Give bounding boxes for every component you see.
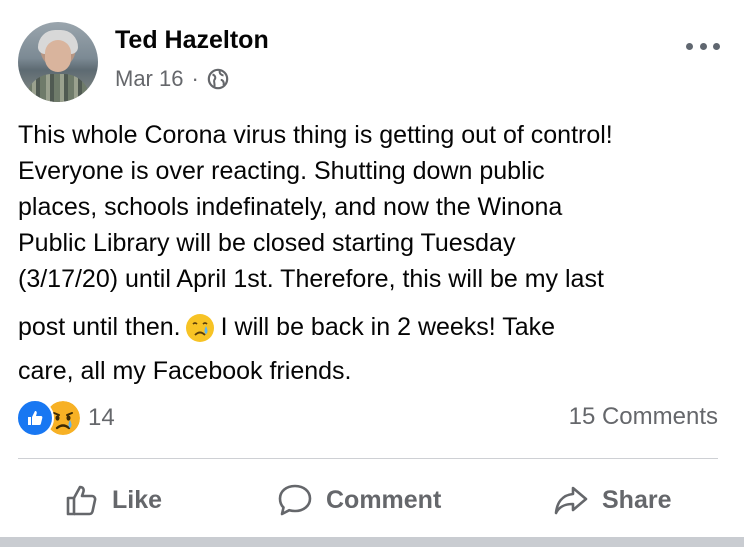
bottom-separator [0, 537, 744, 547]
share-icon [554, 486, 588, 515]
reaction-summary[interactable]: 14 [16, 399, 115, 437]
action-bar: Like Comment Share [0, 470, 744, 530]
author-name[interactable]: Ted Hazelton [115, 26, 269, 55]
post-text-line: post until then. I will be back in 2 wee… [18, 301, 728, 353]
globe-icon[interactable] [207, 68, 229, 90]
comment-button[interactable]: Comment [276, 470, 441, 530]
post-meta: Mar 16 · [115, 66, 229, 92]
share-button[interactable]: Share [552, 470, 671, 530]
comment-label: Comment [326, 485, 442, 514]
crying-face-emoji [185, 314, 214, 343]
post-text-segment: post until then. [18, 313, 181, 341]
post-text-line: places, schools indefinately, and now th… [18, 193, 563, 221]
more-options-icon[interactable] [686, 34, 720, 58]
author-avatar[interactable] [18, 22, 98, 102]
divider [18, 458, 718, 459]
post-text: This whole Corona virus thing is getting… [18, 117, 728, 389]
post-date[interactable]: Mar 16 [115, 66, 183, 92]
comment-icon [278, 484, 312, 516]
post-text-line: care, all my Facebook friends. [18, 357, 352, 385]
like-label: Like [112, 485, 163, 514]
post-text-line: Public Library will be closed starting T… [18, 229, 516, 257]
facebook-post: Ted Hazelton Mar 16 · This whole Corona … [0, 0, 744, 547]
meta-separator: · [191, 66, 199, 91]
post-text-line: Everyone is over reacting. Shutting down… [18, 157, 545, 185]
like-reaction-icon [16, 399, 54, 437]
thumbs-up-icon [66, 485, 97, 516]
post-text-line: (3/17/20) until April 1st. Therefore, th… [18, 265, 604, 293]
share-label: Share [602, 485, 672, 514]
comments-count[interactable]: 15 Comments [569, 403, 718, 431]
reaction-count[interactable]: 14 [88, 404, 115, 432]
like-button[interactable]: Like [64, 470, 162, 530]
post-text-line: This whole Corona virus thing is getting… [18, 121, 613, 149]
post-text-segment: I will be back in 2 weeks! Take [220, 313, 556, 341]
